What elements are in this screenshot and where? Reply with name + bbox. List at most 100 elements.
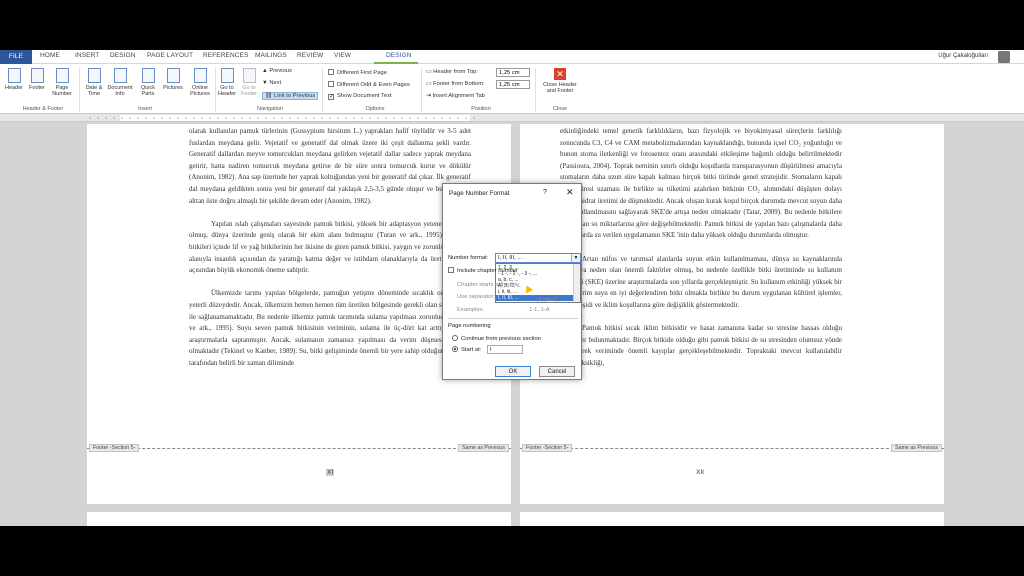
page-number-button[interactable]: Page Number	[48, 68, 76, 97]
page-body-text[interactable]: etkinliğindeki temel genetik farklılıkla…	[560, 126, 842, 381]
quick-parts-icon	[141, 68, 155, 83]
header-icon	[7, 68, 21, 83]
paragraph: etkinliğindeki temel genetik farklılıkla…	[560, 127, 842, 240]
avatar[interactable]	[998, 51, 1010, 63]
group-close: Close	[552, 106, 568, 112]
footer-from-bottom-spinner[interactable]: 1,25 cm	[496, 80, 530, 89]
close-icon: ✕	[554, 68, 566, 80]
insert-alignment-tab-button[interactable]: ⇥ Insert Alignment Tab	[426, 93, 485, 99]
footer-boundary	[87, 448, 511, 449]
tab-review[interactable]: REVIEW	[297, 52, 323, 59]
ribbon-tabs: FILE HOME INSERT DESIGN PAGE LAYOUT REFE…	[0, 50, 1024, 64]
format-option-selected[interactable]: I, II, III, ...	[496, 295, 574, 301]
checkbox-unchecked	[328, 81, 334, 87]
checkbox-unchecked	[448, 267, 454, 273]
pictures-icon	[166, 68, 180, 83]
tab-file[interactable]: FILE	[0, 50, 32, 64]
goto-header-icon	[220, 68, 234, 83]
date-time-button[interactable]: Date & Time	[82, 68, 106, 97]
group-header-footer: Header & Footer	[22, 106, 64, 112]
link-icon: ⛓	[265, 93, 274, 99]
start-at-spinner[interactable]: I	[487, 345, 523, 354]
close-header-footer-button[interactable]: ✕ Close Header and Footer	[538, 68, 582, 94]
number-format-select[interactable]: I, II, III, ... ▼	[495, 253, 581, 263]
tab-design[interactable]: DESIGN	[110, 52, 136, 59]
tab-design-label: DESIGN	[386, 52, 412, 59]
next-button[interactable]: ▼ Next	[262, 80, 281, 86]
tab-mailings[interactable]: MAILINGS	[255, 52, 287, 59]
include-chapter-checkbox[interactable]: Include chapter number	[448, 267, 518, 274]
different-odd-even-checkbox[interactable]: Different Odd & Even Pages	[328, 81, 410, 88]
goto-header-button[interactable]: Go to Header	[216, 68, 238, 97]
header-from-top-spinner[interactable]: 1,25 cm	[496, 68, 530, 77]
quick-parts-button[interactable]: Quick Parts	[136, 68, 160, 97]
close-icon[interactable]: ✕	[566, 187, 574, 198]
tab-page-layout[interactable]: PAGE LAYOUT	[147, 52, 193, 59]
ruler-ticks	[89, 117, 475, 119]
ok-button[interactable]: OK	[495, 366, 531, 377]
group-navigation: Navigation	[257, 106, 283, 112]
number-format-label: Number format:	[448, 255, 489, 261]
goto-footer-button[interactable]: Go to Footer	[238, 68, 260, 97]
dropdown-scrollbar[interactable]	[573, 264, 580, 302]
separator	[535, 68, 536, 112]
start-at-radio[interactable]: Start at:	[452, 346, 481, 353]
horizontal-ruler[interactable]	[0, 114, 1024, 122]
group-insert: Insert	[138, 106, 152, 112]
different-first-page-checkbox[interactable]: Different First Page	[328, 69, 387, 76]
same-as-previous-label: Same as Previous	[891, 444, 942, 452]
footer-section-label: Footer -Section 5-	[522, 444, 573, 452]
separator	[79, 68, 80, 112]
continue-from-previous-radio[interactable]: Continue from previous section	[452, 335, 541, 342]
footer-from-bottom-label: ▭ Footer from Bottom:	[426, 81, 485, 87]
document-page-right[interactable]: etkinliğindeki temel genetik farklılıkla…	[520, 124, 944, 504]
tab-insert[interactable]: INSERT	[75, 52, 99, 59]
document-page-next-left[interactable]	[87, 512, 511, 526]
calendar-icon	[87, 68, 101, 83]
tab-home[interactable]: HOME	[40, 52, 60, 59]
page-number-field[interactable]: XI	[326, 469, 335, 476]
header-from-top-label: ▭ Header from Top:	[426, 69, 478, 75]
checkbox-checked	[328, 94, 334, 100]
paragraph: Pamuk bitkisi sıcak iklim bitkisidir ve …	[560, 324, 842, 367]
checkbox-unchecked	[328, 69, 334, 75]
separator	[322, 68, 323, 112]
help-button[interactable]: ?	[543, 189, 547, 196]
page-number-field[interactable]: XII	[696, 469, 704, 476]
tab-references[interactable]: REFERENCES	[203, 52, 248, 59]
header-button[interactable]: Header	[3, 68, 25, 91]
footer-boundary	[520, 448, 944, 449]
online-pictures-icon	[193, 68, 207, 83]
footer-button[interactable]: Footer	[26, 68, 48, 91]
user-name[interactable]: Uğur Çakaloğulları	[938, 53, 988, 59]
document-info-button[interactable]: Document Info	[106, 68, 134, 97]
dialog-title: Page Number Format	[449, 190, 510, 197]
pictures-button[interactable]: Pictures	[160, 68, 186, 91]
show-document-text-checkbox[interactable]: Show Document Text	[328, 93, 392, 100]
online-pictures-button[interactable]: Online Pictures	[186, 68, 214, 97]
document-info-icon	[113, 68, 127, 83]
goto-footer-icon	[242, 68, 256, 83]
group-position: Position	[471, 106, 491, 112]
document-page-next-right[interactable]	[520, 512, 944, 526]
previous-button[interactable]: ▲ Previous	[262, 68, 292, 74]
ribbon: Header Footer Page Number Header & Foote…	[0, 64, 1024, 114]
paragraph: Yapılan ıslah çalışmaları sayesinde pamu…	[189, 219, 471, 275]
separator	[421, 68, 422, 112]
page-number-format-dialog: Page Number Format ? ✕ Number format: I,…	[442, 183, 582, 380]
use-separator-label: Use separator:	[457, 294, 496, 300]
tab-view[interactable]: VIEW	[334, 52, 351, 59]
cancel-button[interactable]: Cancel	[539, 366, 575, 377]
radio-unselected	[452, 335, 458, 341]
footer-section-label: Footer -Section 5-	[89, 444, 140, 452]
paragraph: Ülkemizde tarımı yapılan bölgelerde, pam…	[189, 289, 471, 367]
chevron-down-icon[interactable]: ▼	[571, 254, 580, 262]
page-body-text[interactable]: olarak kullanılan pamuk türlerinin (Goss…	[189, 126, 471, 381]
page-numbering-heading: Page numbering	[448, 323, 491, 329]
chapter-starts-label: Chapter starts with style:	[457, 282, 521, 288]
link-to-previous-button[interactable]: ⛓ Link to Previous	[262, 92, 319, 100]
radio-selected	[452, 346, 458, 352]
divider	[448, 318, 578, 319]
tab-header-footer-design[interactable]: DESIGN	[374, 50, 418, 64]
page-number-icon	[55, 68, 69, 83]
